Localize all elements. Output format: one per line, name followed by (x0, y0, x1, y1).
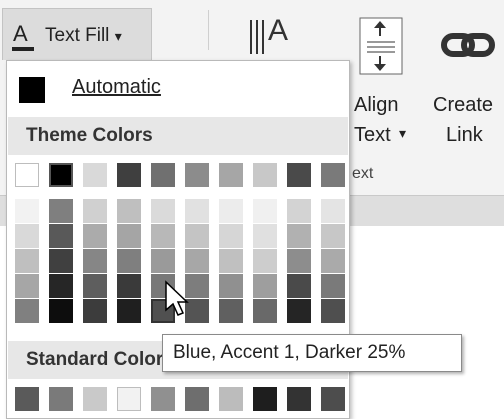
theme-color-swatch[interactable] (83, 163, 107, 187)
standard-color-swatch[interactable] (15, 387, 39, 411)
theme-shade-swatch[interactable] (117, 199, 141, 223)
standard-color-swatch[interactable] (49, 387, 73, 411)
create-link-label-line1: Create (433, 94, 494, 116)
theme-shade-swatch[interactable] (15, 224, 39, 248)
theme-shade-swatch[interactable] (83, 274, 107, 298)
theme-shade-swatch[interactable] (117, 224, 141, 248)
theme-shade-swatch[interactable] (117, 299, 141, 323)
automatic-swatch (19, 77, 45, 103)
theme-shade-swatch[interactable] (287, 274, 311, 298)
link-icon (440, 28, 500, 68)
theme-shade-swatch[interactable] (83, 199, 107, 223)
theme-colors-heading: Theme Colors (8, 117, 348, 155)
theme-shade-swatch[interactable] (321, 299, 345, 323)
theme-shade-swatch[interactable] (253, 299, 277, 323)
theme-color-swatch[interactable] (287, 163, 311, 187)
theme-shade-swatch[interactable] (151, 224, 175, 248)
automatic-label: Automatic (72, 76, 161, 98)
theme-shade-swatch[interactable] (185, 249, 209, 273)
theme-shade-swatch[interactable] (287, 299, 311, 323)
theme-shade-swatch[interactable] (83, 299, 107, 323)
theme-shade-swatch[interactable] (83, 224, 107, 248)
standard-color-swatch[interactable] (219, 387, 243, 411)
align-text-icon (356, 14, 416, 78)
ribbon-separator (208, 10, 209, 50)
theme-shade-swatch[interactable] (49, 249, 73, 273)
chevron-down-icon: ▾ (114, 28, 122, 44)
standard-color-swatch[interactable] (321, 387, 345, 411)
theme-shade-swatch[interactable] (49, 199, 73, 223)
color-tooltip: Blue, Accent 1, Darker 25% (162, 334, 462, 372)
theme-color-swatch[interactable] (151, 163, 175, 187)
theme-shade-swatch[interactable] (151, 199, 175, 223)
theme-color-swatch[interactable] (219, 163, 243, 187)
theme-shade-swatch[interactable] (219, 224, 243, 248)
theme-shade-swatch[interactable] (219, 299, 243, 323)
theme-shade-swatch[interactable] (219, 199, 243, 223)
mouse-cursor-icon (162, 280, 192, 320)
theme-shade-swatch[interactable] (321, 199, 345, 223)
text-fill-button[interactable]: A Text Fill ▾ (2, 8, 152, 60)
text-fill-color-bar (12, 47, 34, 51)
theme-shade-swatch[interactable] (117, 249, 141, 273)
standard-color-swatch[interactable] (253, 387, 277, 411)
ribbon-group-label: ext (352, 165, 374, 182)
theme-color-swatch[interactable] (253, 163, 277, 187)
theme-shade-swatch[interactable] (117, 274, 141, 298)
theme-shade-swatch[interactable] (219, 274, 243, 298)
theme-shade-swatch[interactable] (287, 249, 311, 273)
text-direction-glyph: A (268, 14, 289, 47)
theme-shade-swatch[interactable] (253, 274, 277, 298)
create-link-label-line2: Link (446, 124, 483, 146)
theme-shade-swatch[interactable] (219, 249, 243, 273)
theme-shade-swatch[interactable] (49, 224, 73, 248)
theme-shade-swatch[interactable] (185, 199, 209, 223)
standard-color-swatch[interactable] (151, 387, 175, 411)
theme-shade-swatch[interactable] (49, 299, 73, 323)
theme-color-swatch[interactable] (321, 163, 345, 187)
standard-color-swatch[interactable] (185, 387, 209, 411)
theme-shade-swatch[interactable] (253, 249, 277, 273)
theme-shade-swatch[interactable] (83, 249, 107, 273)
theme-color-swatch[interactable] (49, 163, 73, 187)
theme-shade-swatch[interactable] (49, 274, 73, 298)
theme-shade-swatch[interactable] (15, 199, 39, 223)
text-fill-label: Text Fill (45, 25, 110, 46)
theme-shade-swatch[interactable] (287, 224, 311, 248)
theme-color-swatch[interactable] (185, 163, 209, 187)
standard-color-swatch[interactable] (287, 387, 311, 411)
align-text-label-line2: Text (354, 124, 391, 146)
theme-shade-swatch[interactable] (185, 224, 209, 248)
theme-shade-swatch[interactable] (151, 249, 175, 273)
text-fill-icon: A (13, 21, 28, 46)
theme-shade-swatch[interactable] (321, 249, 345, 273)
standard-color-swatch[interactable] (117, 387, 141, 411)
theme-color-swatch[interactable] (15, 163, 39, 187)
chevron-down-icon: ▾ (399, 125, 407, 141)
theme-shade-swatch[interactable] (15, 299, 39, 323)
theme-shade-swatch[interactable] (321, 274, 345, 298)
standard-color-swatch[interactable] (83, 387, 107, 411)
theme-shade-swatch[interactable] (15, 274, 39, 298)
theme-color-swatch[interactable] (117, 163, 141, 187)
text-direction-button[interactable]: A (248, 14, 318, 58)
theme-shade-swatch[interactable] (321, 224, 345, 248)
align-text-label-line1: Align (354, 94, 399, 116)
theme-shade-swatch[interactable] (253, 224, 277, 248)
theme-shade-swatch[interactable] (287, 199, 311, 223)
theme-shade-swatch[interactable] (15, 249, 39, 273)
theme-shade-swatch[interactable] (253, 199, 277, 223)
